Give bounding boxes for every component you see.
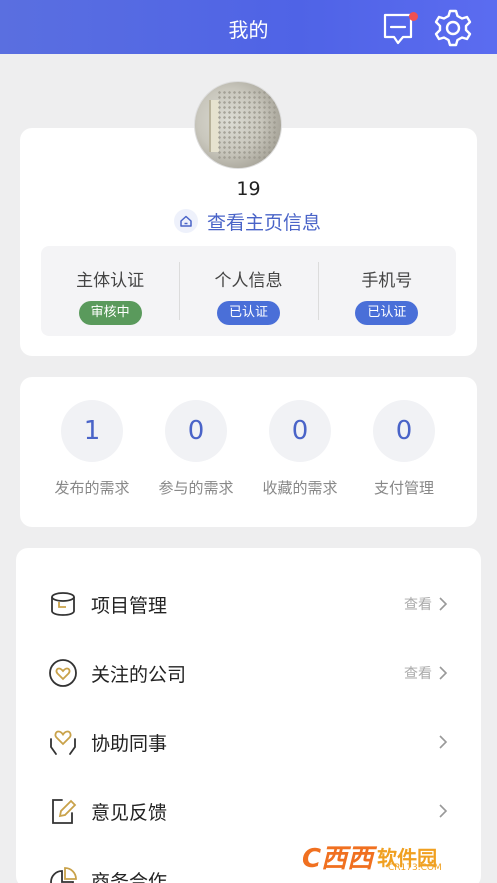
menu-label: 商务合作 — [91, 870, 168, 883]
view-homepage-label: 查看主页信息 — [207, 211, 322, 234]
watermark: C西西 软件园 CR173.COM — [302, 836, 442, 876]
chevron-right-icon — [439, 666, 448, 680]
menu-label: 意见反馈 — [91, 801, 168, 824]
stat-label: 发布的需求 — [54, 479, 130, 497]
verification-panel: 主体认证 审核中 个人信息 已认证 手机号 已认证 — [41, 246, 456, 336]
menu-label: 项目管理 — [91, 594, 168, 617]
menu-item-feedback[interactable]: 意见反馈 — [48, 791, 448, 831]
project-icon — [48, 589, 78, 619]
username: 19 — [236, 178, 261, 200]
menu-label: 协助同事 — [91, 732, 168, 755]
verify-personal[interactable]: 个人信息 已认证 — [179, 246, 317, 336]
verify-label: 手机号 — [361, 271, 413, 291]
stat-published[interactable]: 1 发布的需求 — [40, 400, 144, 498]
pie-icon — [48, 865, 78, 883]
chevron-right-icon — [439, 597, 448, 611]
view-homepage-link[interactable]: 查看主页信息 — [174, 206, 321, 236]
stat-participated[interactable]: 0 参与的需求 — [144, 400, 248, 498]
avatar[interactable] — [194, 81, 282, 169]
stat-label: 支付管理 — [373, 479, 434, 497]
home-icon — [174, 209, 198, 233]
unread-badge — [409, 12, 418, 21]
verify-phone[interactable]: 手机号 已认证 — [317, 246, 456, 336]
verify-entity[interactable]: 主体认证 审核中 — [41, 246, 179, 336]
chevron-right-icon — [439, 735, 448, 749]
menu-hint: 查看 — [404, 666, 432, 682]
status-badge: 已认证 — [216, 301, 280, 325]
heart-circle-icon — [48, 658, 78, 688]
verify-label: 个人信息 — [214, 271, 283, 291]
menu-hint: 查看 — [404, 597, 432, 613]
status-badge: 已认证 — [355, 301, 419, 325]
stat-payment[interactable]: 0 支付管理 — [352, 400, 456, 498]
status-badge: 审核中 — [78, 301, 142, 325]
stat-value: 0 — [373, 400, 435, 462]
stats-card: 1 发布的需求 0 参与的需求 0 收藏的需求 0 支付管理 — [20, 377, 477, 527]
feedback-edit-icon — [48, 796, 78, 826]
verify-label: 主体认证 — [76, 271, 145, 291]
stat-value: 0 — [165, 400, 227, 462]
top-bar: 我的 — [0, 0, 497, 54]
gear-icon[interactable] — [432, 7, 474, 49]
menu-label: 关注的公司 — [91, 663, 187, 686]
menu-item-followed-companies[interactable]: 关注的公司 查看 — [48, 653, 448, 693]
menu-item-assist-colleagues[interactable]: 协助同事 — [48, 722, 448, 762]
stat-favorited[interactable]: 0 收藏的需求 — [248, 400, 352, 498]
stat-value: 0 — [269, 400, 331, 462]
menu-card: 项目管理 查看 关注的公司 查看 协助同事 意见反馈 商务合作 — [16, 548, 481, 883]
stat-label: 参与的需求 — [158, 479, 234, 497]
stat-label: 收藏的需求 — [262, 479, 338, 497]
watermark-sub: CR173.COM — [388, 863, 442, 873]
chevron-right-icon — [439, 804, 448, 818]
watermark-logo: C西西 — [302, 843, 374, 874]
hands-heart-icon — [48, 727, 78, 757]
menu-item-project[interactable]: 项目管理 查看 — [48, 584, 448, 624]
page-title: 我的 — [228, 18, 269, 42]
stat-value: 1 — [61, 400, 123, 462]
